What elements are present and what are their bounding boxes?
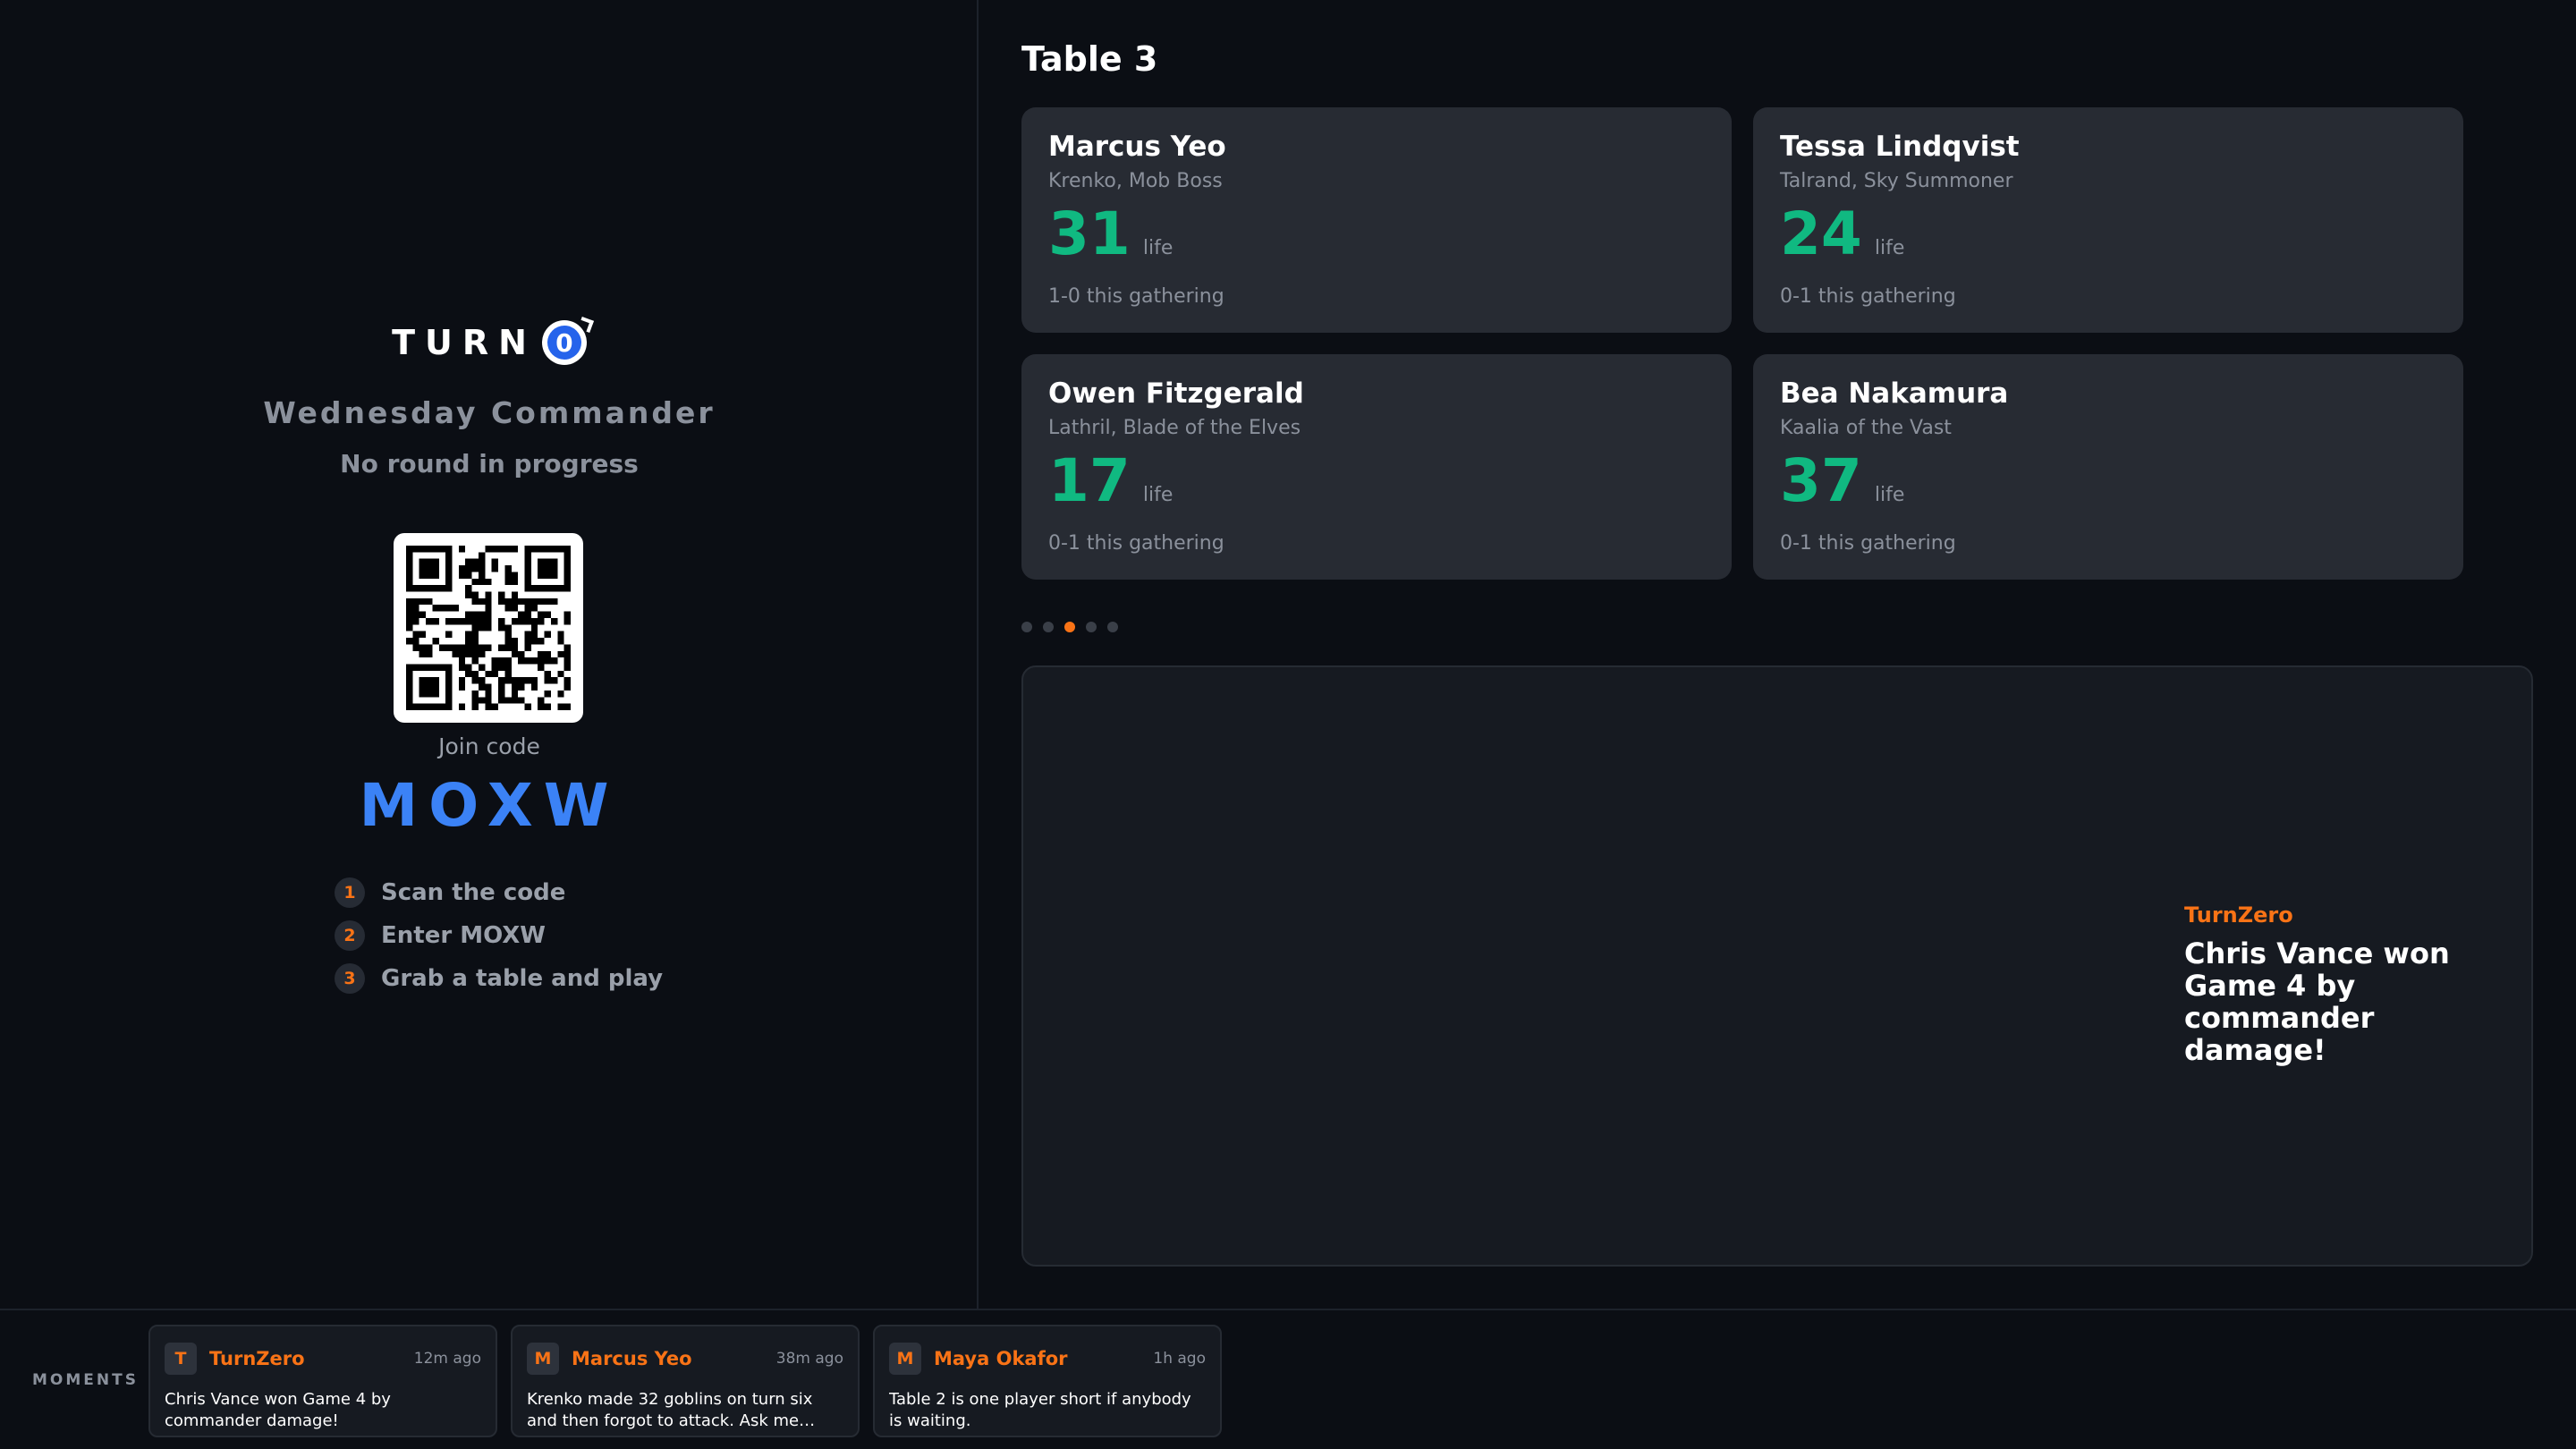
event-title: Wednesday Commander [263,395,716,430]
join-step: 2 Enter MOXW [335,914,663,957]
carousel-dot[interactable] [1107,622,1118,632]
moment-header: M Marcus Yeo 38m ago [527,1343,843,1375]
join-qr-code[interactable] [394,533,583,723]
logo-zero-icon: 0 [541,317,594,365]
join-step: 1 Scan the code [335,871,663,914]
moment-card[interactable]: M Maya Okafor 1h ago Table 2 is one play… [873,1325,1222,1437]
round-status: No round in progress [340,449,639,479]
life-value: 37 [1780,446,1862,515]
player-name: Owen Fitzgerald [1048,377,1304,410]
moment-header: T TurnZero 12m ago [165,1343,481,1375]
moment-text: Chris Vance won Game 4 by commander dama… [165,1390,391,1430]
moments-label: MOMENTS [32,1371,139,1389]
moments-bar: MOMENTS T TurnZero 12m ago Chris Vance w… [0,1309,2576,1449]
life-value: 31 [1048,199,1131,268]
moment-card[interactable]: T TurnZero 12m ago Chris Vance won Game … [148,1325,497,1437]
player-commander: Talrand, Sky Summoner [1780,170,2013,192]
player-record: 1-0 this gathering [1048,285,1224,308]
moment-author: Marcus Yeo [572,1348,692,1369]
step-number-badge: 3 [335,963,365,994]
player-commander: Krenko, Mob Boss [1048,170,1223,192]
player-card[interactable]: Marcus Yeo Krenko, Mob Boss 31 life 1-0 … [1021,107,1732,333]
moment-author: Maya Okafor [934,1348,1068,1369]
join-code-label: Join code [438,733,540,759]
player-name: Tessa Lindqvist [1780,131,2020,163]
step-number-badge: 1 [335,877,365,908]
moment-card[interactable]: M Marcus Yeo 38m ago Krenko made 32 gobl… [511,1325,860,1437]
join-step: 3 Grab a table and play [335,957,663,1000]
carousel-dot[interactable] [1086,622,1097,632]
moment-text: Table 2 is one player short if anybody i… [889,1390,1191,1430]
life-label: life [1874,237,1905,259]
player-name: Bea Nakamura [1780,377,2009,410]
player-record: 0-1 this gathering [1048,532,1224,555]
join-code: MOXW [359,771,620,840]
spotlight-source: TurnZero [2184,902,2293,928]
carousel-dot[interactable] [1064,622,1075,632]
player-record: 0-1 this gathering [1780,532,1956,555]
life-label: life [1874,484,1905,506]
player-name: Marcus Yeo [1048,131,1226,163]
moment-text: Krenko made 32 goblins on turn six and t… [527,1390,816,1430]
step-text: Enter MOXW [381,922,546,949]
qr-code-icon [406,546,571,710]
avatar: M [527,1343,559,1375]
turnzero-logo: TURN 0 [0,317,979,365]
logo-text: TURN [392,323,537,362]
life-total: 17 life [1048,452,1705,511]
join-steps: 1 Scan the code 2 Enter MOXW 3 Grab a ta… [335,871,663,1000]
carousel-dots [1021,622,1129,632]
player-commander: Lathril, Blade of the Elves [1048,417,1301,439]
player-card[interactable]: Tessa Lindqvist Talrand, Sky Summoner 24… [1753,107,2463,333]
player-card[interactable]: Owen Fitzgerald Lathril, Blade of the El… [1021,354,1732,580]
step-text: Scan the code [381,879,566,906]
player-card[interactable]: Bea Nakamura Kaalia of the Vast 37 life … [1753,354,2463,580]
moment-time: 38m ago [775,1350,843,1368]
carousel-dot[interactable] [1043,622,1054,632]
life-total: 24 life [1780,205,2436,264]
life-total: 37 life [1780,452,2436,511]
logo-arrow-icon [577,317,594,333]
avatar: M [889,1343,921,1375]
step-number-badge: 2 [335,920,365,951]
moment-header: M Maya Okafor 1h ago [889,1343,1206,1375]
table-title: Table 3 [1021,39,1158,79]
player-commander: Kaalia of the Vast [1780,417,1952,439]
moment-time: 12m ago [413,1350,481,1368]
carousel-dot[interactable] [1021,622,1032,632]
logo-zero-mark: 0 [547,326,581,360]
moment-time: 1h ago [1153,1350,1206,1368]
step-text: Grab a table and play [381,965,664,992]
life-value: 17 [1048,446,1131,515]
moment-author: TurnZero [209,1348,305,1369]
life-label: life [1142,237,1174,259]
display-root: TURN 0 Wednesday Commander No round in p… [0,0,2576,1449]
life-total: 31 life [1048,205,1705,264]
avatar: T [165,1343,197,1375]
player-grid: Marcus Yeo Krenko, Mob Boss 31 life 1-0 … [1021,107,2463,580]
life-value: 24 [1780,199,1862,268]
life-label: life [1142,484,1174,506]
join-panel: TURN 0 Wednesday Commander No round in p… [0,0,979,1309]
spotlight-panel: TurnZero Chris Vance won Game 4 by comma… [1021,665,2533,1267]
player-record: 0-1 this gathering [1780,285,1956,308]
spotlight-text: Chris Vance won Game 4 by commander dama… [2184,936,2450,1067]
